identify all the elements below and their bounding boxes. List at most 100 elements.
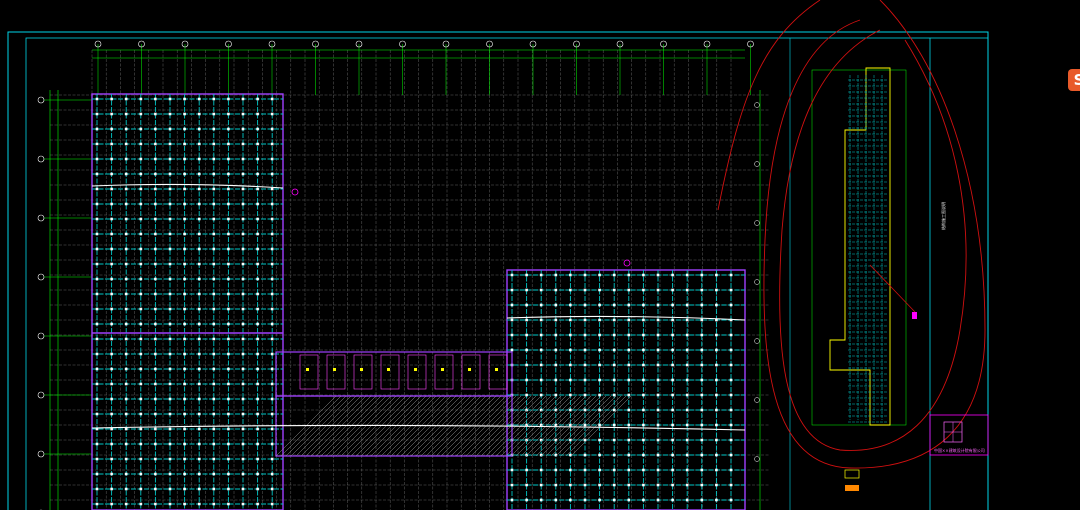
column	[124, 247, 128, 251]
column	[642, 363, 645, 367]
column	[139, 397, 143, 401]
column	[256, 442, 259, 446]
column	[525, 273, 528, 277]
column	[729, 498, 733, 502]
column	[700, 423, 704, 427]
hatch-line	[540, 395, 602, 457]
column	[95, 97, 99, 101]
column	[154, 157, 157, 161]
detail-legend-fill	[845, 485, 859, 491]
column	[197, 97, 201, 101]
column	[168, 202, 172, 206]
column	[256, 382, 259, 386]
column	[627, 453, 631, 457]
column	[241, 202, 245, 206]
column	[212, 367, 216, 371]
column	[110, 232, 113, 236]
column	[183, 97, 186, 101]
column	[124, 277, 128, 281]
column	[256, 217, 259, 221]
column	[256, 157, 259, 161]
title-vertical-note: 结构施工图说明	[940, 202, 946, 230]
column	[241, 187, 245, 191]
column	[656, 408, 660, 412]
column	[656, 318, 660, 322]
column	[270, 502, 274, 506]
column	[110, 322, 113, 326]
column	[241, 502, 245, 506]
column	[227, 457, 230, 461]
column	[525, 333, 528, 337]
column	[685, 273, 689, 277]
column	[124, 337, 128, 341]
cad-canvas[interactable]: 中国××建筑设计院有限公司 结构施工图说明 S	[0, 0, 1080, 510]
column	[256, 142, 259, 146]
column	[168, 127, 172, 131]
column	[197, 202, 201, 206]
column	[256, 502, 259, 506]
column	[270, 307, 274, 311]
column	[241, 277, 245, 281]
column	[569, 378, 572, 382]
room	[299, 354, 319, 390]
column	[715, 348, 718, 352]
column	[539, 498, 543, 502]
logo-badge-icon[interactable]: S	[1068, 69, 1080, 91]
axis-bubble-right	[754, 161, 760, 167]
column	[715, 468, 718, 472]
drawing-sheet[interactable]: 中国××建筑设计院有限公司 结构施工图说明	[0, 0, 1080, 510]
column	[154, 502, 157, 506]
column	[715, 333, 718, 337]
column	[510, 483, 514, 487]
column-marker	[441, 368, 444, 371]
column	[642, 423, 645, 427]
column	[525, 468, 528, 472]
column	[539, 288, 543, 292]
column	[197, 247, 201, 251]
column	[241, 472, 245, 476]
column	[212, 217, 216, 221]
column	[197, 457, 201, 461]
column	[270, 442, 274, 446]
column	[256, 202, 259, 206]
column	[197, 427, 201, 431]
column	[154, 277, 157, 281]
column	[168, 397, 172, 401]
column	[612, 348, 616, 352]
column	[241, 172, 245, 176]
column	[124, 112, 128, 116]
column	[715, 288, 718, 292]
axis-bubble-left	[37, 450, 45, 458]
column	[227, 97, 230, 101]
column	[671, 303, 674, 307]
column	[124, 412, 128, 416]
column	[700, 348, 704, 352]
column	[110, 157, 113, 161]
column	[227, 382, 230, 386]
column	[227, 412, 230, 416]
column	[227, 172, 230, 176]
column	[168, 292, 172, 296]
column	[139, 292, 143, 296]
column	[715, 453, 718, 457]
room	[326, 354, 346, 390]
hatch-line	[550, 395, 612, 457]
column	[256, 427, 259, 431]
column	[583, 348, 587, 352]
column	[656, 498, 660, 502]
axis-bubble-left	[37, 273, 45, 281]
column	[270, 202, 274, 206]
column	[700, 408, 704, 412]
column	[154, 187, 157, 191]
column	[124, 472, 128, 476]
column	[183, 502, 186, 506]
column	[685, 303, 689, 307]
column	[656, 393, 660, 397]
column	[154, 142, 157, 146]
column	[627, 393, 631, 397]
column	[729, 378, 733, 382]
column	[95, 247, 99, 251]
column	[168, 307, 172, 311]
column	[227, 337, 230, 341]
column	[154, 457, 157, 461]
